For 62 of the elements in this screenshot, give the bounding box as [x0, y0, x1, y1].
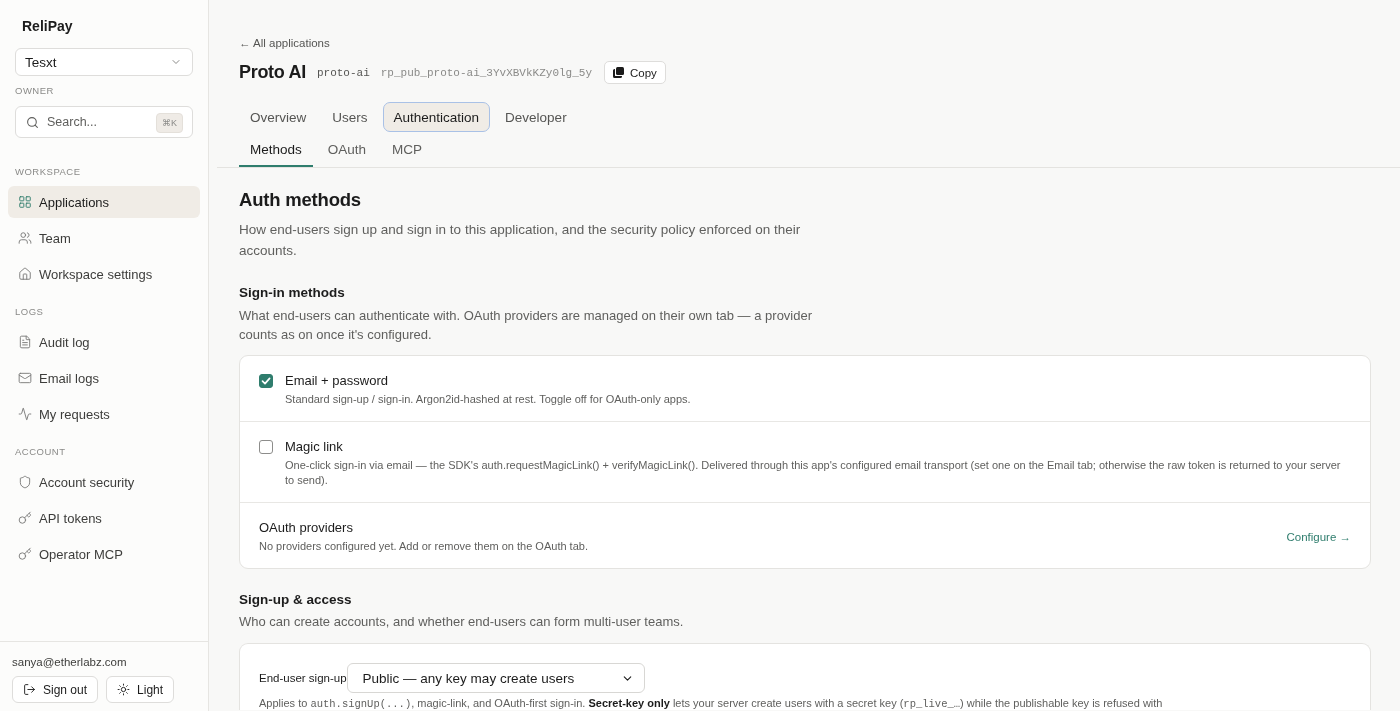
method-title: Magic link: [285, 438, 343, 456]
checkbox[interactable]: [259, 440, 273, 454]
pulse-icon: [18, 407, 32, 421]
field-label: End-user sign-up: [259, 672, 347, 684]
search-icon: [26, 116, 39, 129]
method-title: OAuth providers: [259, 519, 353, 537]
app-title: Proto AI: [239, 61, 306, 84]
signup-select[interactable]: Public — any key may create users: [346, 663, 645, 693]
method-description: One-click sign-in via email — the SDK's auth.requestMagicLink() + verifyMagicLink(). Delivered through this app's configured email transport (set one on the Email tab; otherwise the raw token is returned to your server to send).: [285, 458, 1342, 488]
subtab[interactable]: Methods: [239, 134, 313, 167]
users-icon: [18, 231, 32, 245]
mail-icon: [18, 371, 32, 385]
user-email: sanya@etherlabz.com: [12, 655, 127, 670]
tab[interactable]: Developer: [494, 102, 578, 132]
nav-item[interactable]: Account security: [8, 466, 200, 498]
checkbox[interactable]: [259, 374, 273, 388]
section-title: Sign-up & access: [239, 591, 352, 609]
role-label: OWNER: [15, 85, 54, 97]
publishable-key: rp_pub_proto-ai_3YvXBVkKZy0lg_5y: [380, 66, 592, 79]
nav-item[interactable]: Operator MCP: [8, 538, 200, 570]
help-text: Applies to auth.signUp(...), magic-link, and OAuth-first sign-in. Secret-key only lets your server create users with a secret key (rp_live_…) while the publishable key is refused with: [259, 697, 1163, 710]
page-title: Auth methods: [239, 188, 361, 212]
key-icon: [18, 511, 32, 525]
sign-out-icon: [23, 683, 36, 696]
nav-item[interactable]: Email logs: [8, 362, 200, 394]
section-heading: ACCOUNT: [15, 446, 66, 458]
subtab[interactable]: OAuth: [316, 134, 378, 167]
nav-item[interactable]: Audit log: [8, 326, 200, 358]
section-description: Who can create accounts, and whether end-users can form multi-user teams.: [239, 613, 685, 631]
configure-link[interactable]: Configure →: [1286, 530, 1351, 543]
nav-item[interactable]: API tokens: [8, 502, 200, 534]
method-description: No providers configured yet. Add or remove them on the OAuth tab.: [259, 539, 588, 554]
section-description: What end-users can authenticate with. OAuth providers are managed on their own tab — a provider counts as on once it's configured.: [239, 307, 814, 344]
section-heading: WORKSPACE: [15, 166, 81, 178]
key-icon: [18, 547, 32, 561]
document-icon: [18, 335, 32, 349]
page-description: How end-users sign up and sign in to this application, and the security policy enforced on their accounts.: [239, 221, 802, 260]
copy-button[interactable]: Copy: [604, 61, 666, 84]
nav-item[interactable]: Team: [8, 222, 200, 254]
nav-item[interactable]: My requests: [8, 398, 200, 430]
sun-icon: [117, 683, 131, 696]
nav-item[interactable]: Workspace settings: [8, 258, 200, 290]
shortcut-badge: ⌘K: [156, 113, 183, 133]
workspace-select[interactable]: Tesxt: [15, 48, 193, 76]
method-title: Email + password: [285, 372, 388, 390]
nav-item[interactable]: Applications: [8, 186, 200, 218]
tab[interactable]: Users: [321, 102, 379, 132]
app-slug: proto-ai: [316, 66, 370, 79]
copy-icon: [613, 67, 624, 78]
tab[interactable]: Overview: [239, 102, 318, 132]
section-heading: LOGS: [15, 306, 44, 318]
grid-icon: [18, 195, 32, 209]
section-title: Sign-in methods: [239, 284, 345, 302]
subtab[interactable]: MCP: [381, 134, 434, 167]
house-icon: [18, 267, 32, 281]
sign-out-button[interactable]: Sign out: [12, 676, 99, 703]
theme-button[interactable]: Light: [106, 676, 175, 703]
shield-icon: [18, 475, 32, 489]
method-description: Standard sign-up / sign-in. Argon2id-hashed at rest. Toggle off for OAuth-only apps.: [285, 392, 691, 407]
tab[interactable]: Authentication: [382, 102, 491, 132]
back-link[interactable]: ← All applications: [239, 35, 330, 51]
brand-name: ReliPay: [21, 17, 73, 35]
